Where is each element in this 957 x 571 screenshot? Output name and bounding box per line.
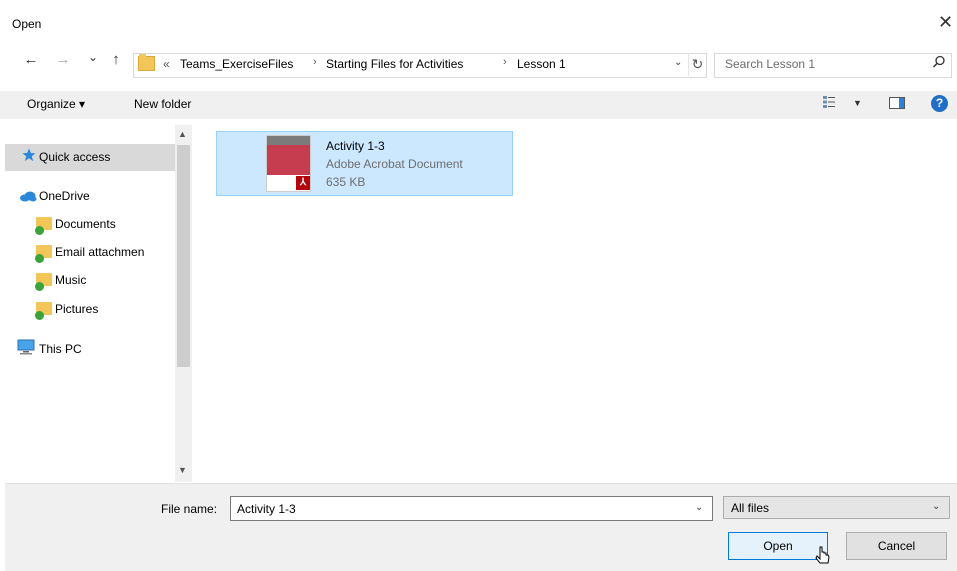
sync-check-icon	[35, 254, 44, 263]
sidebar-item-label: Quick access	[39, 150, 111, 164]
file-name-label: File name:	[161, 502, 218, 516]
breadcrumb-item[interactable]: Starting Files for Activities	[326, 57, 463, 71]
file-name-dropdown-icon[interactable]: ⌄	[695, 502, 703, 513]
sidebar-item-pictures[interactable]: Pictures	[55, 302, 98, 316]
help-icon[interactable]: ?	[931, 95, 948, 112]
views-icon[interactable]	[822, 95, 836, 109]
sync-check-icon	[35, 226, 44, 235]
scroll-down-icon[interactable]: ▼	[178, 465, 187, 475]
sidebar-item-onedrive[interactable]: OneDrive	[39, 189, 90, 203]
title-bar	[0, 0, 957, 46]
recent-locations-button[interactable]: ⌄	[84, 46, 102, 68]
views-dropdown-icon[interactable]: ▼	[853, 98, 862, 108]
open-button[interactable]: Open	[728, 532, 828, 560]
cloud-icon	[19, 190, 37, 205]
sidebar-item-documents[interactable]: Documents	[55, 217, 116, 231]
breadcrumb-item[interactable]: Lesson 1	[517, 57, 566, 71]
sidebar-item-label: This PC	[39, 342, 82, 356]
star-icon	[22, 148, 36, 165]
breadcrumb-item[interactable]: Teams_ExerciseFiles	[180, 57, 293, 71]
preview-pane-icon[interactable]	[889, 97, 905, 109]
scrollbar-thumb[interactable]	[177, 145, 190, 367]
sidebar-item-label: Documents	[55, 217, 116, 231]
computer-icon	[17, 339, 35, 358]
window-title: Open	[12, 17, 42, 31]
organize-button[interactable]: Organize ▾	[27, 97, 85, 111]
pdf-icon: ⅄	[296, 176, 310, 190]
file-type-value[interactable]: All files	[731, 501, 769, 515]
sidebar-item-label: Pictures	[55, 302, 99, 316]
sidebar-item-music[interactable]: Music	[55, 273, 86, 287]
forward-button[interactable]: →	[54, 49, 72, 71]
sidebar-item-this-pc[interactable]: This PC	[39, 342, 82, 356]
refresh-button[interactable]: ↻	[688, 53, 706, 76]
sidebar-item-label: Music	[55, 273, 87, 287]
file-type: Adobe Acrobat Document	[326, 157, 463, 171]
search-icon[interactable]	[932, 55, 946, 72]
address-dropdown-icon[interactable]: ⌄	[674, 57, 682, 68]
file-name-value[interactable]: Activity 1-3	[237, 502, 296, 516]
breadcrumb-overflow[interactable]: «	[163, 57, 170, 71]
file-name-input[interactable]	[230, 496, 713, 521]
navigation-pane	[5, 125, 195, 482]
scroll-up-icon[interactable]: ▲	[178, 129, 187, 139]
thumbnail-header	[267, 136, 310, 145]
new-folder-button[interactable]: New folder	[134, 97, 191, 111]
sync-check-icon	[35, 311, 44, 320]
cancel-button[interactable]: Cancel	[846, 532, 947, 560]
up-button[interactable]: ↑	[107, 49, 125, 71]
file-type-dropdown-icon[interactable]: ⌄	[932, 501, 940, 512]
sidebar-item-label: Email attachmen	[55, 245, 145, 259]
sync-check-icon	[35, 282, 44, 291]
mouse-cursor-icon	[815, 546, 831, 568]
thumbnail-cover	[267, 145, 310, 175]
file-name: Activity 1-3	[326, 139, 385, 153]
folder-icon	[138, 54, 155, 71]
back-button[interactable]: ←	[22, 49, 40, 71]
file-size: 635 KB	[326, 175, 366, 189]
sidebar-item-label: OneDrive	[39, 189, 90, 203]
breadcrumb-separator[interactable]: ›	[313, 56, 317, 68]
search-placeholder: Search Lesson 1	[725, 57, 816, 71]
breadcrumb-separator[interactable]: ›	[503, 56, 507, 68]
sidebar-item-email-attachments[interactable]: Email attachmen	[55, 245, 144, 259]
sidebar-item-quick-access[interactable]: Quick access	[39, 150, 110, 164]
close-button[interactable]: ✕	[938, 12, 953, 33]
